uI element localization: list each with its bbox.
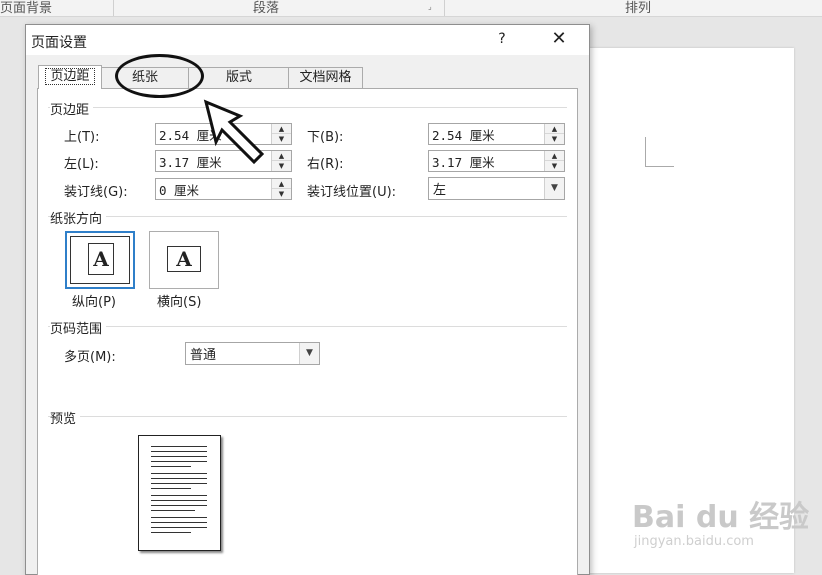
- spin-up-icon[interactable]: ▲: [272, 124, 291, 134]
- spinner-value: 3.17 厘米: [432, 155, 495, 170]
- preview-line: [151, 495, 207, 496]
- spinner-value: 0 厘米: [159, 183, 200, 198]
- ribbon-group-page-background[interactable]: 页面背景: [0, 0, 52, 16]
- preview-line: [151, 478, 207, 479]
- tab-document-grid[interactable]: 文档网格: [288, 67, 363, 88]
- preview-line: [151, 500, 207, 501]
- preview-line: [151, 466, 191, 467]
- section-divider: [48, 416, 567, 417]
- spin-down-icon[interactable]: ▼: [272, 161, 291, 171]
- preview-line: [151, 532, 191, 533]
- preview-line: [151, 456, 207, 457]
- preview-line: [151, 505, 207, 506]
- section-title-preview: 预览: [50, 408, 81, 427]
- multiple-pages-select[interactable]: 普通 ▼: [185, 342, 320, 365]
- dialog-title: 页面设置: [31, 35, 87, 51]
- portrait-button[interactable]: A: [65, 231, 135, 289]
- left-margin-label: 左(L):: [64, 157, 99, 172]
- portrait-page-icon: A: [88, 243, 114, 275]
- highlight-ellipse: [115, 54, 204, 98]
- ribbon-group-arrange[interactable]: 排列: [625, 0, 651, 16]
- section-divider: [48, 107, 567, 108]
- chevron-down-icon[interactable]: ▼: [299, 343, 319, 364]
- margin-corner-mark: [645, 137, 674, 167]
- page-setup-dialog: 页面设置 ? ✕ 页边距 纸张 版式 文档网格 页边距 上(T): 2.54 厘…: [25, 24, 590, 575]
- spin-up-icon[interactable]: ▲: [545, 124, 564, 134]
- baidu-watermark-url: jingyan.baidu.com: [634, 534, 754, 549]
- baidu-watermark-logo: Bai du 经验: [632, 500, 810, 535]
- dialog-client-area: 页边距 纸张 版式 文档网格 页边距 上(T): 2.54 厘米 ▲ ▼ 下(B)…: [26, 55, 589, 575]
- margins-panel: 页边距 上(T): 2.54 厘米 ▲ ▼ 下(B): 2.54 厘米 ▲ ▼ 左(…: [37, 88, 578, 575]
- landscape-page-icon: A: [167, 246, 201, 272]
- landscape-label: 横向(S): [157, 295, 202, 310]
- select-value: 左: [433, 183, 447, 198]
- preview-line: [151, 488, 191, 489]
- spinner-value: 2.54 厘米: [432, 128, 495, 143]
- preview-line: [151, 483, 207, 484]
- portrait-label: 纵向(P): [72, 295, 116, 310]
- multiple-pages-label: 多页(M):: [64, 350, 116, 365]
- right-margin-spinner[interactable]: 3.17 厘米 ▲ ▼: [428, 150, 565, 172]
- close-button[interactable]: ✕: [546, 27, 572, 51]
- preview-page-thumbnail: [138, 435, 221, 551]
- spin-down-icon[interactable]: ▼: [545, 161, 564, 171]
- preview-line: [151, 461, 207, 462]
- preview-line: [151, 510, 195, 511]
- pointer-arrow-icon: [203, 99, 265, 165]
- chevron-down-icon[interactable]: ▼: [544, 178, 564, 199]
- section-divider: [48, 326, 567, 327]
- bottom-margin-label: 下(B):: [307, 130, 344, 145]
- bottom-margin-spinner[interactable]: 2.54 厘米 ▲ ▼: [428, 123, 565, 145]
- select-value: 普通: [190, 348, 217, 363]
- preview-line: [151, 527, 207, 528]
- spin-down-icon[interactable]: ▼: [272, 134, 291, 144]
- gutter-spinner[interactable]: 0 厘米 ▲ ▼: [155, 178, 292, 200]
- spin-down-icon[interactable]: ▼: [272, 189, 291, 199]
- section-title-pages: 页码范围: [50, 318, 107, 337]
- tab-margins[interactable]: 页边距: [38, 65, 102, 89]
- gutter-position-select[interactable]: 左 ▼: [428, 177, 565, 200]
- dialog-titlebar[interactable]: 页面设置 ? ✕: [26, 25, 589, 55]
- ribbon-divider: [113, 0, 114, 16]
- ribbon-divider: [444, 0, 445, 16]
- preview-line: [151, 451, 207, 452]
- spin-up-icon[interactable]: ▲: [272, 179, 291, 189]
- spin-up-icon[interactable]: ▲: [545, 151, 564, 161]
- section-title-margins: 页边距: [50, 99, 94, 118]
- preview-line: [151, 446, 207, 447]
- preview-line: [151, 522, 207, 523]
- top-margin-label: 上(T):: [64, 130, 100, 145]
- dialog-launcher-icon[interactable]: ⌟: [428, 2, 437, 11]
- section-title-orientation: 纸张方向: [50, 208, 107, 227]
- ribbon-group-paragraph[interactable]: 段落: [253, 0, 279, 16]
- section-divider: [48, 216, 567, 217]
- ribbon-group-bar: 页面背景 段落 ⌟ 排列: [0, 0, 822, 17]
- gutter-position-label: 装订线位置(U):: [307, 185, 397, 200]
- spin-up-icon[interactable]: ▲: [272, 151, 291, 161]
- spin-down-icon[interactable]: ▼: [545, 134, 564, 144]
- gutter-label: 装订线(G):: [64, 185, 128, 200]
- tab-label: 页边距: [45, 68, 95, 85]
- help-button[interactable]: ?: [491, 27, 513, 51]
- preview-line: [151, 473, 207, 474]
- preview-line: [151, 517, 207, 518]
- landscape-button[interactable]: A: [149, 231, 219, 289]
- right-margin-label: 右(R):: [307, 157, 344, 172]
